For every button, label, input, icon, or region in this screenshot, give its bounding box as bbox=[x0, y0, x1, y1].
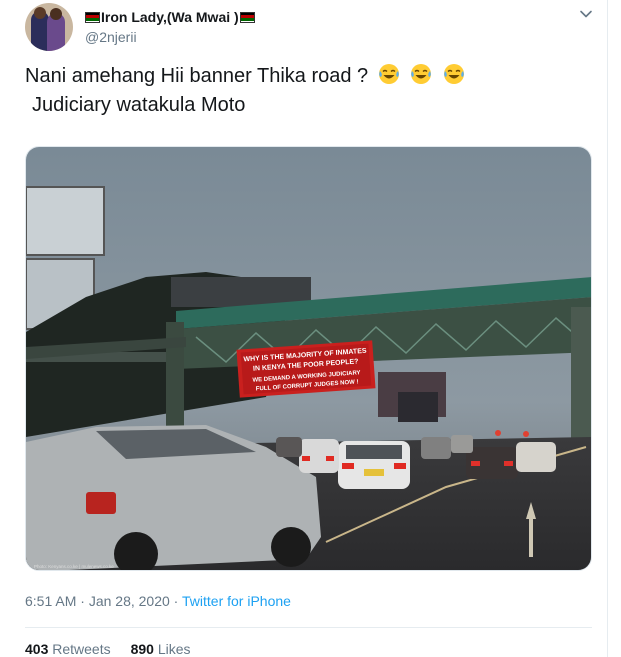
meta-separator: · bbox=[169, 593, 182, 609]
tweet-source-link[interactable]: Twitter for iPhone bbox=[182, 593, 291, 609]
tweet-date[interactable]: Jan 28, 2020 bbox=[89, 593, 170, 609]
tweet-card: Iron Lady,(Wa Mwai ) @2njerii Nani ameha… bbox=[0, 0, 608, 657]
tweet-stats: 403 Retweets 890 Likes bbox=[25, 641, 191, 657]
tweet-photo[interactable]: WHY IS THE MAJORITY OF INMATES IN KENYA … bbox=[25, 146, 592, 571]
tweet-text-line1: Nani amehang Hii banner Thika road ? bbox=[25, 65, 369, 87]
laughing-tears-emoji-icon bbox=[378, 64, 399, 84]
likes-stat[interactable]: 890 Likes bbox=[131, 641, 191, 657]
laughing-tears-emoji-icon bbox=[443, 64, 464, 84]
retweets-count: 403 bbox=[25, 641, 49, 657]
avatar[interactable] bbox=[25, 3, 73, 51]
photo-watermark: Photo: Kenyans.co.ke | mulenews.co.ke bbox=[34, 564, 114, 569]
display-name-row[interactable]: Iron Lady,(Wa Mwai ) bbox=[85, 7, 255, 27]
kenya-flag-icon bbox=[239, 11, 255, 23]
likes-label: Likes bbox=[157, 641, 191, 657]
laughing-tears-emoji-icon bbox=[411, 64, 432, 84]
kenya-flag-icon bbox=[85, 11, 100, 23]
tweet-text-line2: Judiciary watakula Moto bbox=[32, 94, 246, 116]
display-name: Iron Lady,(Wa Mwai ) bbox=[101, 9, 239, 25]
chevron-down-icon[interactable] bbox=[578, 6, 594, 22]
retweets-stat[interactable]: 403 Retweets bbox=[25, 641, 111, 657]
tweet-time[interactable]: 6:51 AM bbox=[25, 593, 76, 609]
tweet-meta: 6:51 AM · Jan 28, 2020 · Twitter for iPh… bbox=[25, 593, 291, 609]
tweet-text: Nani amehang Hii banner Thika road ? Jud bbox=[25, 62, 585, 120]
meta-separator: · bbox=[76, 593, 89, 609]
divider bbox=[25, 627, 592, 628]
user-handle[interactable]: @2njerii bbox=[85, 29, 137, 45]
retweets-label: Retweets bbox=[52, 641, 111, 657]
road-scene-image: WHY IS THE MAJORITY OF INMATES IN KENYA … bbox=[26, 147, 591, 570]
likes-count: 890 bbox=[130, 641, 154, 657]
